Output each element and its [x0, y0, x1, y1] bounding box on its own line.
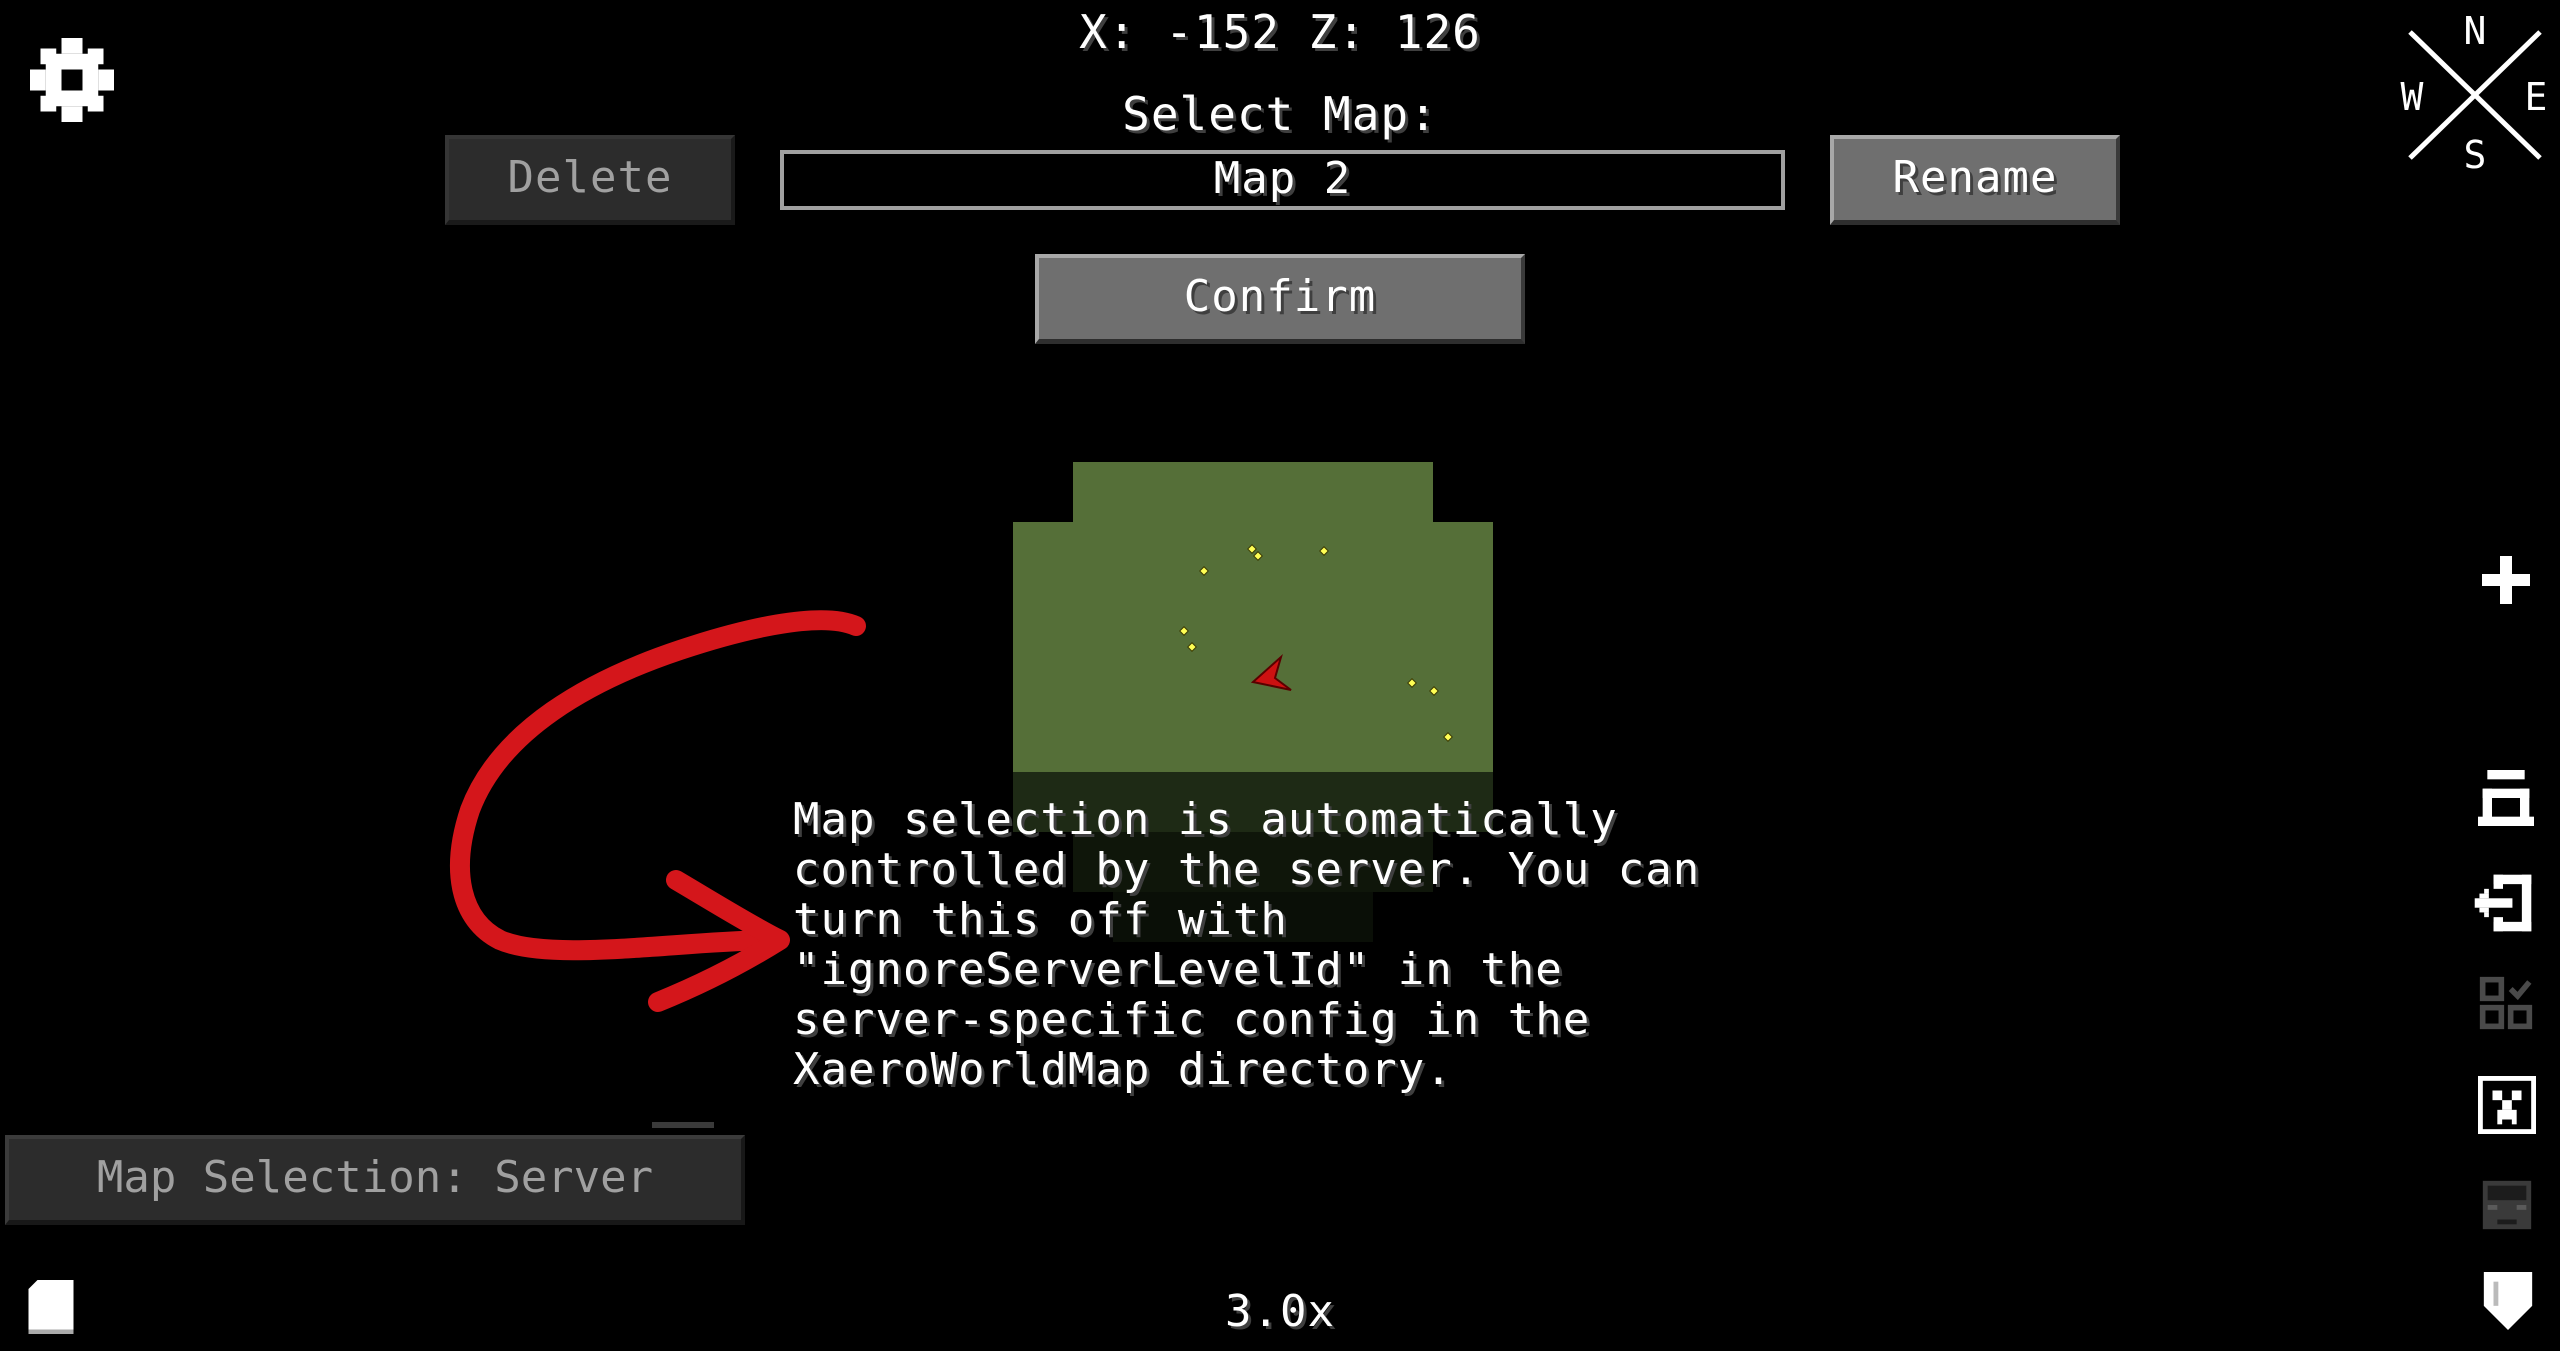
zoom-level: 3.0x — [1225, 1286, 1335, 1337]
compass-north: N — [2464, 10, 2487, 53]
gear-icon[interactable] — [30, 38, 114, 122]
cave-mode-icon[interactable] — [2478, 770, 2534, 826]
waypoint-icon[interactable] — [2478, 1076, 2536, 1134]
compass-west: W — [2401, 75, 2424, 119]
info-line: Map selection is automatically — [793, 794, 1618, 845]
shield-icon[interactable] — [2482, 1272, 2534, 1330]
grid-icon[interactable] — [2478, 975, 2534, 1031]
select-map-label: Select Map: — [1122, 87, 1438, 141]
paper-icon[interactable] — [28, 1280, 74, 1334]
map-selector-field[interactable]: Map 2 — [780, 150, 1785, 210]
confirm-button[interactable]: Confirm — [1035, 254, 1525, 344]
server-control-info: Map selection is automatically controlle… — [793, 794, 1701, 1095]
compass-south: S — [2464, 133, 2487, 170]
compass-east: E — [2525, 75, 2548, 119]
coordinates-readout: X: -152 Z: 126 — [1079, 5, 1481, 59]
export-icon[interactable] — [2470, 870, 2536, 936]
plus-icon[interactable] — [2476, 550, 2536, 610]
info-line: server-specific config in the — [793, 994, 1591, 1045]
info-line: controlled by the server. You can — [793, 844, 1701, 895]
scroll-indicator — [652, 1122, 714, 1128]
rename-button[interactable]: Rename — [1830, 135, 2120, 225]
delete-button[interactable]: Delete — [445, 135, 735, 225]
info-line: "ignoreServerLevelId" in the — [793, 944, 1563, 995]
info-line: XaeroWorldMap directory. — [793, 1044, 1453, 1095]
map-selection-mode-button[interactable]: Map Selection: Server — [5, 1135, 745, 1225]
compass-icon: N W E S — [2401, 10, 2548, 170]
info-line: turn this off with — [793, 894, 1288, 945]
player-icon[interactable] — [2478, 1176, 2536, 1234]
